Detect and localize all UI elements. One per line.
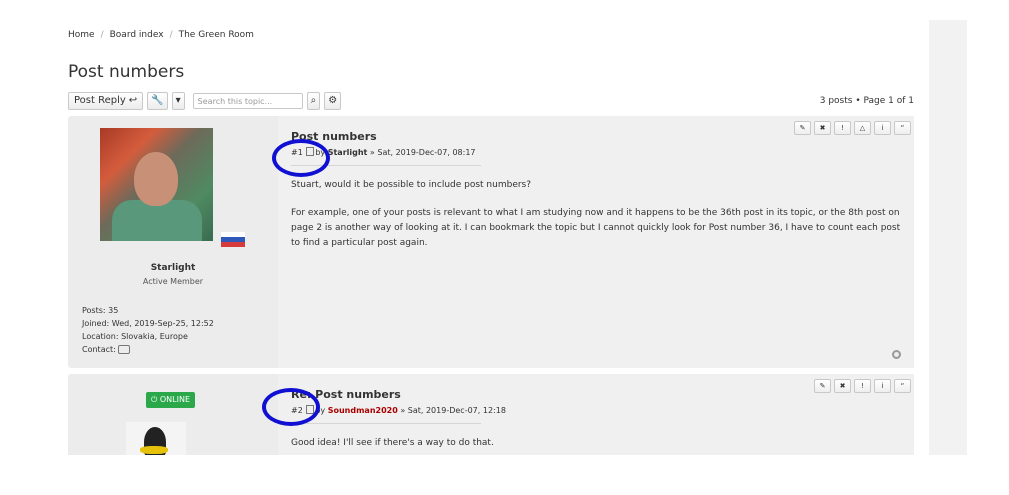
quote-icon[interactable]: “ [894, 121, 911, 135]
contact-icon[interactable] [118, 345, 131, 354]
post-paragraph: For example, one of your posts is releva… [291, 208, 901, 248]
user-contact: Contact: [82, 343, 214, 356]
post-author-line: #2 by Soundman2020 » Sat, 2019-Dec-07, 1… [291, 405, 506, 415]
breadcrumb-separator: / [169, 30, 173, 40]
report-icon[interactable]: ! [834, 121, 851, 135]
wrench-icon: 🔧 [151, 95, 164, 106]
post-actions: ✎ ✖ ! i “ [814, 379, 911, 393]
username[interactable]: Starlight [68, 263, 278, 273]
breadcrumb-home[interactable]: Home [68, 30, 95, 40]
breadcrumb: Home / Board index / The Green Room [68, 30, 254, 40]
breadcrumb-board-index[interactable]: Board index [110, 30, 164, 40]
forum-page: Home / Board index / The Green Room Post num… [42, 20, 929, 455]
warning-icon[interactable]: △ [854, 121, 871, 135]
post-reply-button[interactable]: Post Reply ↩ [68, 92, 144, 110]
post-date: » Sat, 2019-Dec-07, 12:18 [400, 406, 506, 415]
post-profile: Starlight Active Member Posts: 35 Joined… [68, 116, 278, 368]
post-body: ✎ ✖ ! △ i “ Post numbers #1 by Starlight… [278, 116, 914, 368]
online-status-badge: ⏻ ONLINE [146, 392, 196, 408]
post-body: ✎ ✖ ! i “ Re: Post numbers #2 by Soundma… [278, 374, 914, 455]
user-stats: Posts: 35 Joined: Wed, 2019-Sep-25, 12:5… [82, 304, 214, 356]
topic-tools-button[interactable]: 🔧 [147, 92, 168, 110]
avatar-beak [140, 446, 168, 454]
post-content: Good idea! I'll see if there's a way to … [291, 436, 901, 455]
post-content: Stuart, would it be possible to include … [291, 178, 901, 264]
avatar-shirt [112, 200, 202, 241]
post-actions: ✎ ✖ ! △ i “ [794, 121, 911, 135]
avatar[interactable] [100, 128, 213, 241]
breadcrumb-separator: / [100, 30, 104, 40]
page-title[interactable]: Post numbers [68, 62, 184, 82]
info-icon[interactable]: i [874, 121, 891, 135]
chevron-down-icon: ▾ [175, 95, 181, 106]
user-joined: Joined: Wed, 2019-Sep-25, 12:52 [82, 319, 214, 328]
post-reply-label: Post Reply [74, 95, 126, 106]
delete-icon[interactable]: ✖ [834, 379, 851, 393]
user-rank: Active Member [142, 277, 204, 286]
advanced-search-button[interactable]: ⚙ [324, 92, 342, 110]
blue-circle-annotation [262, 388, 320, 426]
post-paragraph: Good idea! I'll see if there's a way to … [291, 438, 494, 448]
post-profile: ⏻ ONLINE [68, 374, 278, 455]
user-posts: Posts: 35 [82, 306, 119, 315]
post-1: Starlight Active Member Posts: 35 Joined… [68, 116, 914, 368]
delete-icon[interactable]: ✖ [814, 121, 831, 135]
post-divider [291, 423, 481, 424]
quote-icon[interactable]: “ [894, 379, 911, 393]
gear-icon: ⚙ [328, 95, 338, 106]
post-paragraph: Stuart, would it be possible to include … [291, 180, 532, 190]
search-icon: ⌕ [310, 95, 317, 106]
topic-tools-dropdown[interactable]: ▾ [171, 92, 185, 110]
search-topic-input[interactable]: Search this topic... [192, 93, 303, 109]
avatar[interactable] [126, 422, 186, 455]
blue-circle-annotation [272, 139, 330, 177]
slovakia-flag-icon [221, 232, 245, 247]
post-date: » Sat, 2019-Dec-07, 08:17 [369, 148, 476, 157]
post-settings-icon[interactable] [892, 350, 901, 359]
pagination[interactable]: 3 posts • Page 1 of 1 [820, 96, 914, 106]
right-side-panel [929, 20, 967, 455]
breadcrumb-forum[interactable]: The Green Room [179, 30, 254, 40]
search-button[interactable]: ⌕ [306, 92, 321, 110]
edit-icon[interactable]: ✎ [794, 121, 811, 135]
report-icon[interactable]: ! [854, 379, 871, 393]
topic-toolbar: Post Reply ↩ 🔧 ▾ Search this topic... ⌕ ⚙ [68, 92, 342, 110]
edit-icon[interactable]: ✎ [814, 379, 831, 393]
avatar-face [134, 152, 178, 206]
user-location: Location: Slovakia, Europe [82, 332, 188, 341]
reply-arrow-icon: ↩ [128, 95, 138, 106]
info-icon[interactable]: i [874, 379, 891, 393]
post-author[interactable]: Soundman2020 [328, 406, 398, 415]
post-author[interactable]: Starlight [328, 148, 368, 157]
post-2: ⏻ ONLINE ✎ ✖ ! i “ Re: Post numbers #2 b… [68, 374, 914, 455]
